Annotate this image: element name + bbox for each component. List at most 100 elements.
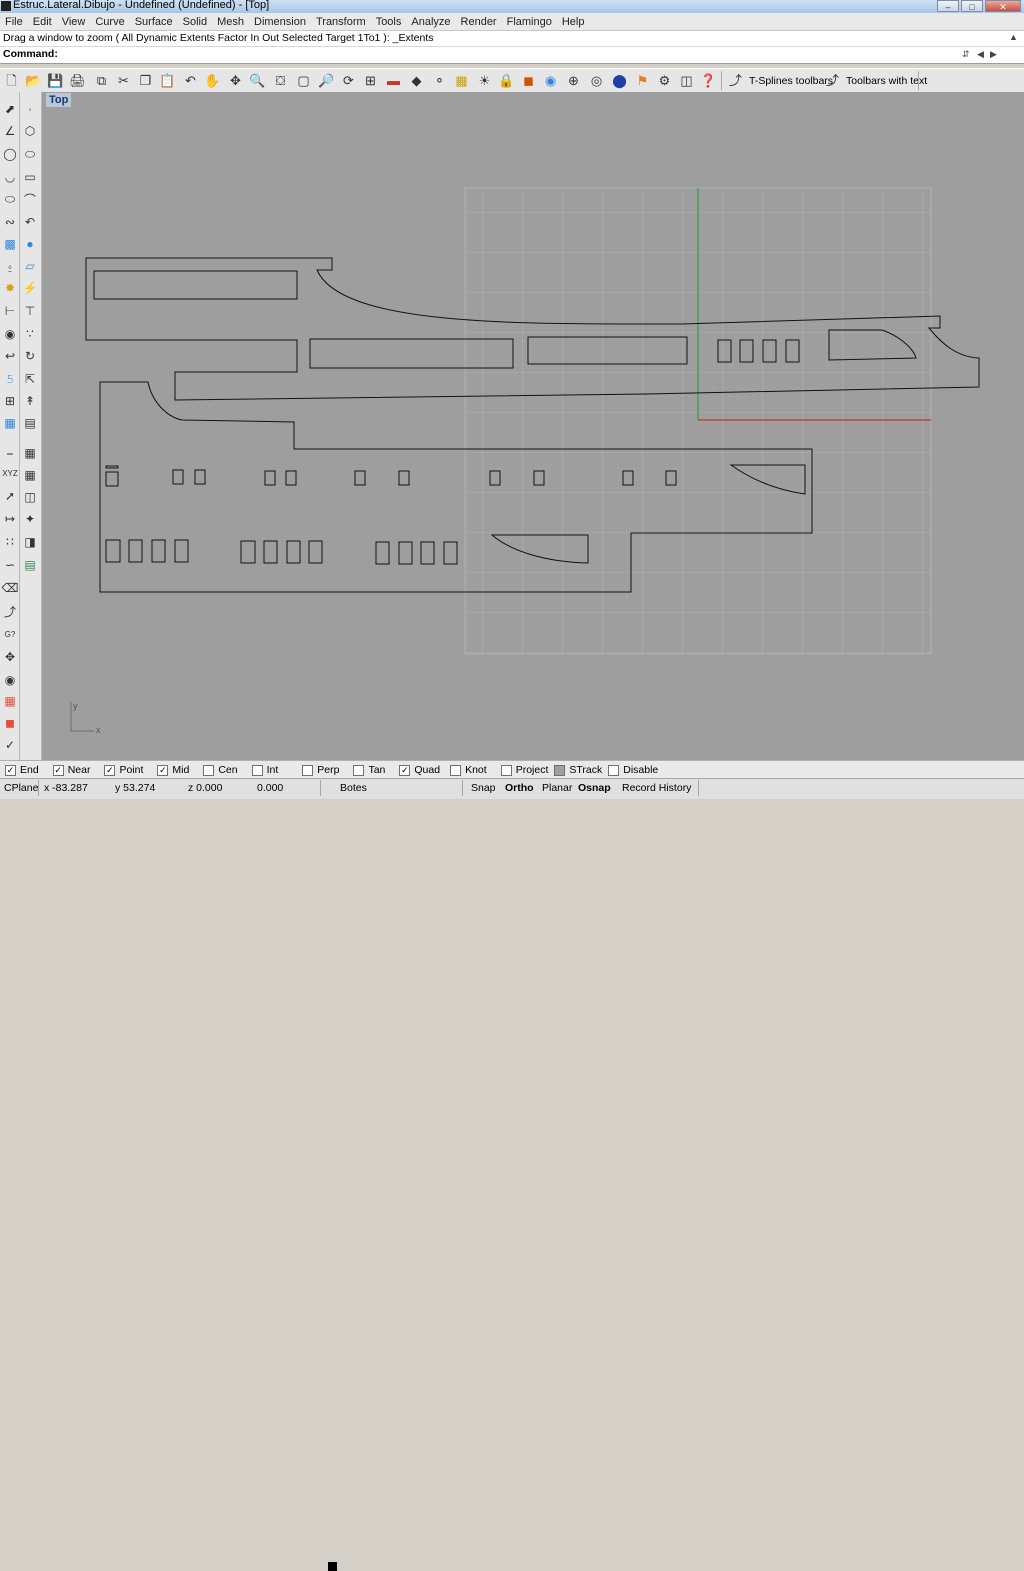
point-icon[interactable]: ◦	[21, 100, 39, 118]
sphere-mesh-icon[interactable]: ⊕	[564, 71, 583, 90]
cplane-indicator[interactable]: CPlane	[4, 782, 38, 794]
lock-icon[interactable]: 🔒	[497, 71, 516, 90]
loft-icon[interactable]: ◨	[21, 533, 39, 551]
mirror-icon[interactable]: ▦	[21, 466, 39, 484]
porthole[interactable]	[398, 470, 410, 486]
offset-icon[interactable]: ↶	[21, 213, 39, 231]
join-icon[interactable]: ∵	[21, 325, 39, 343]
extrude-icon[interactable]: ▦	[1, 414, 19, 432]
osnap-perp[interactable]: Perp	[302, 764, 339, 776]
command-right-arrow-icon[interactable]: ▶	[990, 49, 997, 60]
point-cloud-icon[interactable]: ∷	[1, 533, 19, 551]
osnap-strack-checkbox[interactable]	[554, 764, 566, 776]
gear-settings-icon[interactable]: ⚙	[655, 71, 674, 90]
menu-render[interactable]: Render	[456, 16, 502, 28]
fillet-icon[interactable]: ⌒	[21, 190, 39, 208]
menu-help[interactable]: Help	[557, 16, 590, 28]
upper-left-slot[interactable]	[93, 270, 298, 300]
tsplines-icon[interactable]: ⤴	[726, 71, 745, 90]
menu-surface[interactable]: Surface	[130, 16, 178, 28]
select-arrow-icon[interactable]: ⬈	[1, 100, 19, 118]
porthole[interactable]	[375, 541, 390, 565]
porthole[interactable]	[354, 470, 366, 486]
sweep-icon[interactable]: ⤴	[1, 602, 19, 620]
porthole[interactable]	[174, 539, 189, 563]
menu-file[interactable]: File	[0, 16, 28, 28]
trim-icon[interactable]: ↩	[1, 347, 19, 365]
move-icon[interactable]: ➚	[1, 487, 19, 505]
osnap-tan[interactable]: Tan	[353, 764, 385, 776]
text-toolbars-icon[interactable]: ⤴	[823, 71, 842, 90]
menu-dimension[interactable]: Dimension	[249, 16, 311, 28]
osnap-toggle[interactable]: Osnap	[578, 782, 611, 794]
help-icon[interactable]: ❓	[699, 71, 718, 90]
command-line[interactable]: Command: ⇵ ◀ ▶	[0, 46, 1024, 64]
twist-icon[interactable]: ✦	[21, 510, 39, 528]
viewport-title[interactable]: Top	[46, 93, 72, 107]
set-cplane-icon[interactable]: ⚬	[430, 71, 449, 90]
osnap-disable[interactable]: Disable	[608, 764, 658, 776]
osnap-project[interactable]: Project	[500, 764, 548, 776]
ellipse-icon[interactable]: ⬭	[1, 190, 19, 208]
zoom-dynamic-icon[interactable]: 🔍	[248, 71, 267, 90]
menu-edit[interactable]: Edit	[28, 16, 57, 28]
osnap-mid[interactable]: ✓ Mid	[157, 764, 189, 776]
layout-icon[interactable]: ▤	[21, 414, 39, 432]
explode-icon[interactable]: ✸	[1, 279, 19, 297]
light-bulb-icon[interactable]: ☀	[475, 71, 494, 90]
osnap-disable-checkbox[interactable]	[608, 764, 620, 776]
small-slot[interactable]	[105, 465, 119, 469]
menu-flamingo[interactable]: Flamingo	[502, 16, 557, 28]
flag-point-icon[interactable]: ⚑	[633, 71, 652, 90]
check-icon[interactable]: ✓	[1, 736, 19, 754]
porthole[interactable]	[105, 471, 119, 487]
osnap-point[interactable]: ✓ Point	[104, 764, 143, 776]
render-icon[interactable]: ◼	[1, 714, 19, 732]
snap-g2-icon[interactable]: G?	[1, 625, 19, 643]
menu-transform[interactable]: Transform	[311, 16, 371, 28]
osnap-strack[interactable]: STrack	[554, 764, 602, 776]
osnap-int-checkbox[interactable]	[251, 764, 263, 776]
porthole[interactable]	[172, 469, 184, 485]
menu-view[interactable]: View	[57, 16, 91, 28]
pan-hand-icon[interactable]: ✋	[203, 71, 222, 90]
grid-snap-icon[interactable]: ▦	[452, 71, 471, 90]
cylinder-icon[interactable]: ⍛	[1, 257, 19, 275]
tsplines-toolbars-button[interactable]: T-Splines toolbars	[749, 71, 833, 90]
lightning-icon[interactable]: ⚡	[21, 279, 39, 297]
porthole[interactable]	[128, 539, 143, 563]
osnap-cen[interactable]: Cen	[203, 764, 238, 776]
open-file-icon[interactable]: 📂	[24, 71, 43, 90]
rectangle-icon[interactable]: ▭	[21, 168, 39, 186]
four-viewports-icon[interactable]: ⊞	[361, 71, 380, 90]
polygon-icon[interactable]: ⬡	[21, 122, 39, 140]
plane-icon[interactable]: ▱	[21, 257, 39, 275]
osnap-knot-checkbox[interactable]	[450, 764, 462, 776]
car-object-icon[interactable]: ▬	[384, 71, 403, 90]
osnap-near[interactable]: ✓ Near	[52, 764, 90, 776]
rotate-view-icon[interactable]: ✥	[226, 71, 245, 90]
cut-icon[interactable]: ✂	[114, 71, 133, 90]
menu-tools[interactable]: Tools	[371, 16, 407, 28]
circle-icon[interactable]: ◯	[1, 145, 19, 163]
porthole[interactable]	[308, 540, 323, 564]
porthole[interactable]	[240, 540, 256, 564]
snap-toggle[interactable]: Snap	[471, 782, 496, 794]
menu-solid[interactable]: Solid	[178, 16, 212, 28]
osnap-perp-checkbox[interactable]	[302, 764, 314, 776]
eraser-icon[interactable]: ⌫	[1, 579, 19, 597]
blend-icon[interactable]: ◫	[21, 488, 39, 506]
osnap-quad[interactable]: ✓ Quad	[399, 764, 440, 776]
color-wheel-icon[interactable]: ◉	[541, 71, 560, 90]
planar-toggle[interactable]: Planar	[542, 782, 572, 794]
zoom-selected-icon[interactable]: 🔎	[317, 71, 336, 90]
osnap-point-checkbox[interactable]: ✓	[104, 764, 116, 776]
osnap-quad-checkbox[interactable]: ✓	[399, 764, 411, 776]
ortho-toggle[interactable]: Ortho	[505, 782, 534, 794]
zoom-window-icon[interactable]: ⛋	[271, 71, 290, 90]
save-file-icon[interactable]: 💾	[46, 71, 65, 90]
close-button[interactable]: ✕	[985, 0, 1021, 12]
rotate-icon[interactable]: ↻	[21, 347, 39, 365]
porthole[interactable]	[398, 541, 413, 565]
osnap-near-checkbox[interactable]: ✓	[52, 764, 64, 776]
